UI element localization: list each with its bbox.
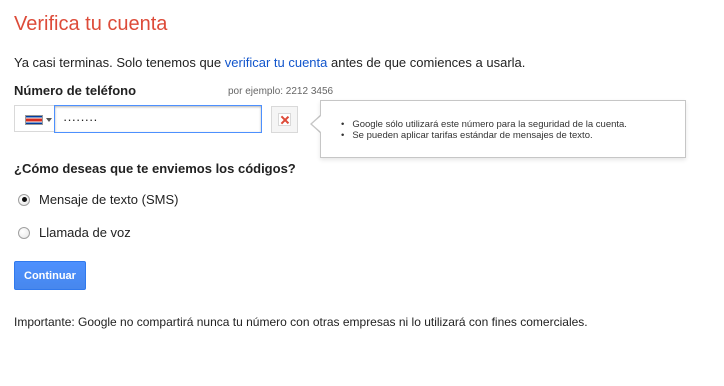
continue-button[interactable]: Continuar xyxy=(14,261,86,290)
error-status-icon xyxy=(271,106,298,133)
page-title: Verifica tu cuenta xyxy=(14,13,168,35)
voice-call-option-label[interactable]: Llamada de voz xyxy=(39,225,131,240)
sms-option-label[interactable]: Mensaje de texto (SMS) xyxy=(39,192,178,207)
voice-call-option[interactable]: Llamada de voz xyxy=(18,225,131,240)
sms-radio-button[interactable] xyxy=(18,193,30,206)
tooltip-item: Google sólo utilizará este número para l… xyxy=(341,119,627,130)
costa-rica-flag-icon xyxy=(25,115,43,125)
sms-option[interactable]: Mensaje de texto (SMS) xyxy=(18,192,178,207)
tooltip-item: Se pueden aplicar tarifas estándar de me… xyxy=(341,130,627,141)
tooltip-list: Google sólo utilizará este número para l… xyxy=(341,119,627,141)
delivery-method-question: ¿Cómo deseas que te enviemos los códigos… xyxy=(14,161,296,176)
phone-example-hint: por ejemplo: 2212 3456 xyxy=(228,86,334,97)
country-code-select[interactable] xyxy=(14,105,54,132)
verify-account-link[interactable]: verificar tu cuenta xyxy=(225,55,328,70)
intro-text: Ya casi terminas. Solo tenemos que verif… xyxy=(14,54,525,71)
phone-number-label: Número de teléfono xyxy=(14,83,137,98)
voice-call-radio-button[interactable] xyxy=(18,226,30,239)
intro-text-after: antes de que comiences a usarla. xyxy=(327,55,526,70)
caret-down-icon xyxy=(46,118,52,122)
red-x-icon xyxy=(278,113,291,126)
phone-info-tooltip: Google sólo utilizará este número para l… xyxy=(320,100,686,158)
privacy-note: Importante: Google no compartirá nunca t… xyxy=(14,315,588,329)
tooltip-arrow-fill xyxy=(312,116,321,132)
intro-text-before: Ya casi terminas. Solo tenemos que xyxy=(14,55,225,70)
phone-number-input[interactable] xyxy=(54,105,262,133)
